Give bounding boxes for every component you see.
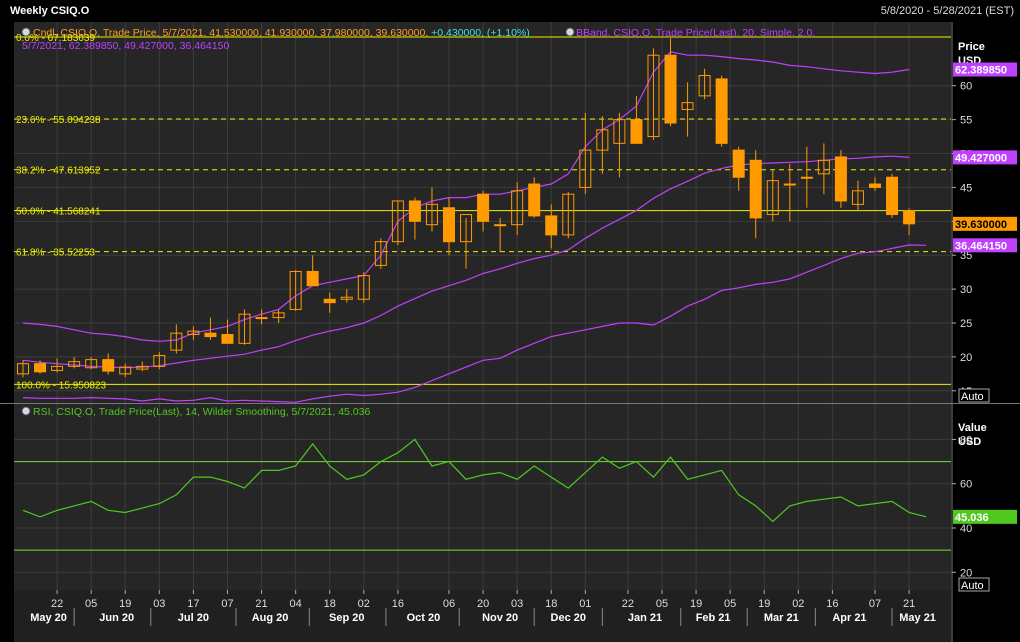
x-tick-label: 16 xyxy=(826,598,838,610)
x-tick-label: 17 xyxy=(187,598,199,610)
legend-toggle-icon xyxy=(21,406,31,416)
candle-up xyxy=(494,224,507,227)
month-label: Nov 20 xyxy=(482,612,518,624)
candle-down xyxy=(102,359,115,372)
month-label: Oct 20 xyxy=(407,612,441,624)
bband-legend-line1: BBand, CSIQ.O, Trade Price(Last), 20, Si… xyxy=(576,27,815,39)
x-tick-label: 07 xyxy=(221,598,233,610)
candle-down xyxy=(732,149,745,178)
rsi-axis-title: Value xyxy=(958,422,987,434)
x-tick-label: 16 xyxy=(392,598,404,610)
x-tick-label: 22 xyxy=(622,598,634,610)
fib-label: 100.0% - 15.950823 xyxy=(16,380,107,391)
rsi-current-tag: 45.036 xyxy=(955,512,989,524)
candle-up xyxy=(255,317,268,320)
x-tick-label: 01 xyxy=(579,598,591,610)
month-label: Sep 20 xyxy=(329,612,364,624)
candle-up xyxy=(783,183,796,186)
candle-down xyxy=(323,298,336,304)
month-label: Aug 20 xyxy=(252,612,289,624)
x-tick-label: 05 xyxy=(724,598,736,610)
x-tick-label: 07 xyxy=(869,598,881,610)
bband-upper-tag: 62.389850 xyxy=(955,65,1007,77)
x-tick-label: 20 xyxy=(477,598,489,610)
x-tick-label: 03 xyxy=(511,598,523,610)
x-tick-label: 22 xyxy=(51,598,63,610)
candle-down xyxy=(869,183,881,188)
candle-down xyxy=(715,78,728,144)
rsi-tick-label: 80 xyxy=(960,434,972,446)
month-label: May 21 xyxy=(899,612,936,624)
x-tick-label: 19 xyxy=(690,598,702,610)
candle-down xyxy=(749,159,762,219)
candle-down xyxy=(408,200,421,222)
candle-down xyxy=(903,210,916,225)
candle-legend: Cndl, CSIQ.O, Trade Price, 5/7/2021, 41.… xyxy=(33,27,530,39)
last-price-tag: 39.630000 xyxy=(955,219,1007,231)
rsi-panel xyxy=(14,404,951,590)
x-tick-label: 21 xyxy=(903,598,915,610)
x-tick-label: 18 xyxy=(545,598,557,610)
x-tick-label: 18 xyxy=(324,598,336,610)
candle-down xyxy=(443,207,455,243)
price-tick-label: 45 xyxy=(960,182,972,194)
candle-down xyxy=(886,176,899,216)
rsi-legend: RSI, CSIQ.O, Trade Price(Last), 14, Wild… xyxy=(33,406,370,418)
price-axis-title: Price xyxy=(958,41,985,53)
price-tick-label: 25 xyxy=(960,318,972,330)
rsi-auto-label: Auto xyxy=(961,580,984,592)
x-tick-label: 02 xyxy=(792,598,804,610)
candle-down xyxy=(545,215,558,236)
chart-canvas[interactable]: 0.0% - 67.18363923.6% - 55.09423838.2% -… xyxy=(0,0,1020,642)
chart-window: Weekly CSIQ.O 5/8/2020 - 5/28/2021 (EST)… xyxy=(0,0,1020,642)
fib-label: 61.8% - 35.52253 xyxy=(16,248,95,259)
candle-up xyxy=(800,176,813,179)
rsi-tick-label: 20 xyxy=(960,567,972,579)
month-label: Jan 21 xyxy=(628,612,662,624)
candle-down xyxy=(34,363,47,373)
month-label: Feb 21 xyxy=(696,612,731,624)
month-label: Jun 20 xyxy=(99,612,134,624)
legend-toggle-icon xyxy=(21,27,31,37)
rsi-tick-label: 60 xyxy=(960,479,972,491)
price-tick-label: 60 xyxy=(960,81,972,93)
x-tick-label: 19 xyxy=(758,598,770,610)
candle-down xyxy=(477,193,490,222)
price-tick-label: 55 xyxy=(960,115,972,127)
month-label: Apr 21 xyxy=(832,612,866,624)
candle-down xyxy=(306,270,319,287)
month-label: May 20 xyxy=(30,612,67,624)
candle-down xyxy=(834,156,847,202)
x-tick-label: 06 xyxy=(443,598,455,610)
x-tick-label: 21 xyxy=(255,598,267,610)
fib-label: 50.0% - 41.568241 xyxy=(16,207,101,218)
price-auto-label: Auto xyxy=(961,391,984,403)
bband-legend-line2: 5/7/2021, 62.389850, 49.427000, 36.46415… xyxy=(22,40,229,52)
bband-mid-tag: 49.427000 xyxy=(955,152,1007,164)
candle-down xyxy=(630,119,643,144)
fib-label: 38.2% - 47.613952 xyxy=(16,166,101,177)
candle-down xyxy=(528,183,541,217)
price-tick-label: 20 xyxy=(960,352,972,364)
rsi-tick-label: 40 xyxy=(960,523,972,535)
price-tick-label: 30 xyxy=(960,284,972,296)
bband-lower-tag: 36.464150 xyxy=(955,240,1007,252)
month-label: Jul 20 xyxy=(178,612,209,624)
x-tick-label: 03 xyxy=(153,598,165,610)
month-label: Mar 21 xyxy=(764,612,799,624)
x-tick-label: 05 xyxy=(656,598,668,610)
fib-label: 23.6% - 55.094238 xyxy=(16,115,101,126)
legend-toggle-icon xyxy=(565,27,575,37)
month-label: Dec 20 xyxy=(551,612,586,624)
x-tick-label: 02 xyxy=(358,598,370,610)
candle-down xyxy=(221,334,234,344)
candle-down xyxy=(664,54,677,124)
x-tick-label: 04 xyxy=(290,598,302,610)
x-tick-label: 19 xyxy=(119,598,131,610)
x-tick-label: 05 xyxy=(85,598,97,610)
candle-down xyxy=(204,332,217,338)
